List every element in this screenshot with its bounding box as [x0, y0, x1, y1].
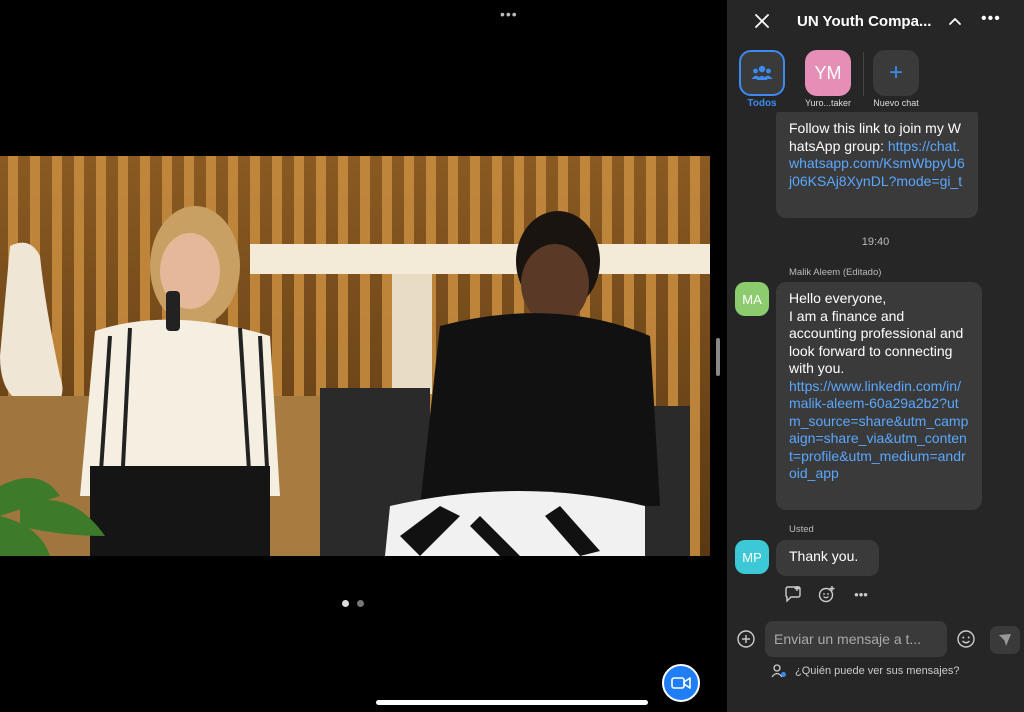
avatar[interactable]: MA — [735, 282, 769, 316]
shared-video[interactable] — [0, 156, 710, 556]
message-link[interactable]: https://www.linkedin.com/in/malik-aleem-… — [789, 378, 969, 483]
send-icon — [999, 634, 1011, 646]
tab-new-chat[interactable]: + Nuevo chat — [861, 48, 931, 108]
split-view-handle[interactable] — [716, 338, 720, 376]
message-sender: Malik Aleem (Editado) — [789, 267, 881, 278]
message-bubble[interactable]: Thank you. — [776, 540, 879, 576]
tab-todos[interactable]: Todos — [727, 48, 797, 109]
video-camera-button[interactable] — [662, 664, 700, 702]
message-actions: ••• — [783, 584, 871, 604]
window-menu-icon[interactable]: ••• — [500, 6, 518, 22]
visibility-text: ¿Quién puede ver sus mensajes? — [795, 665, 960, 677]
page-dot-2[interactable] — [357, 600, 364, 607]
chevron-up-icon[interactable] — [947, 14, 963, 30]
home-indicator[interactable] — [376, 700, 648, 705]
more-options-icon[interactable]: ••• — [981, 10, 1001, 28]
reply-icon[interactable] — [783, 584, 803, 604]
group-icon — [739, 50, 785, 96]
plus-icon: + — [873, 50, 919, 96]
tab-label: Todos — [747, 98, 777, 109]
message-sender: Usted — [789, 524, 814, 535]
chat-title[interactable]: UN Youth Compa... — [797, 13, 937, 30]
timestamp: 19:40 — [861, 236, 890, 248]
message-text: Hello everyone, I am a finance and accou… — [789, 290, 964, 376]
chat-header: UN Youth Compa... ••• — [727, 0, 1024, 44]
message-list[interactable]: Follow this link to join my WhatsApp gro… — [727, 112, 1024, 610]
video-camera-icon — [671, 677, 691, 689]
page-indicator[interactable] — [342, 600, 364, 607]
chat-panel: UN Youth Compa... ••• Todos YM Yuro...ta… — [727, 0, 1024, 712]
avatar: YM — [805, 50, 851, 96]
edited-label: (Editado) — [842, 267, 882, 278]
more-actions-icon[interactable]: ••• — [851, 584, 871, 604]
page-dot-1[interactable] — [342, 600, 349, 607]
message-input[interactable]: Enviar un mensaje a t... — [765, 621, 947, 657]
message-bubble[interactable]: Hello everyone, I am a finance and accou… — [776, 282, 982, 510]
message-bubble[interactable]: Follow this link to join my WhatsApp gro… — [776, 112, 978, 218]
video-scene — [0, 156, 710, 556]
emoji-icon[interactable] — [957, 630, 975, 648]
chat-tabs: Todos YM Yuro...taker + Nuevo chat — [727, 48, 1024, 112]
message-visibility-link[interactable]: ¿Quién puede ver sus mensajes? — [771, 664, 959, 678]
close-icon[interactable] — [753, 12, 771, 30]
composer: Enviar un mensaje a t... — [727, 620, 1024, 660]
video-area: ••• — [0, 0, 710, 712]
tab-contact-ym[interactable]: YM Yuro...taker — [793, 48, 863, 108]
tab-label: Yuro...taker — [804, 98, 852, 108]
add-attachment-icon[interactable] — [737, 630, 755, 648]
user-privacy-icon — [771, 664, 786, 678]
send-button[interactable] — [990, 626, 1020, 654]
avatar[interactable]: MP — [735, 540, 769, 574]
add-reaction-icon[interactable] — [817, 584, 837, 604]
tab-label: Nuevo chat — [873, 98, 919, 108]
sender-name: Malik Aleem — [789, 267, 841, 278]
